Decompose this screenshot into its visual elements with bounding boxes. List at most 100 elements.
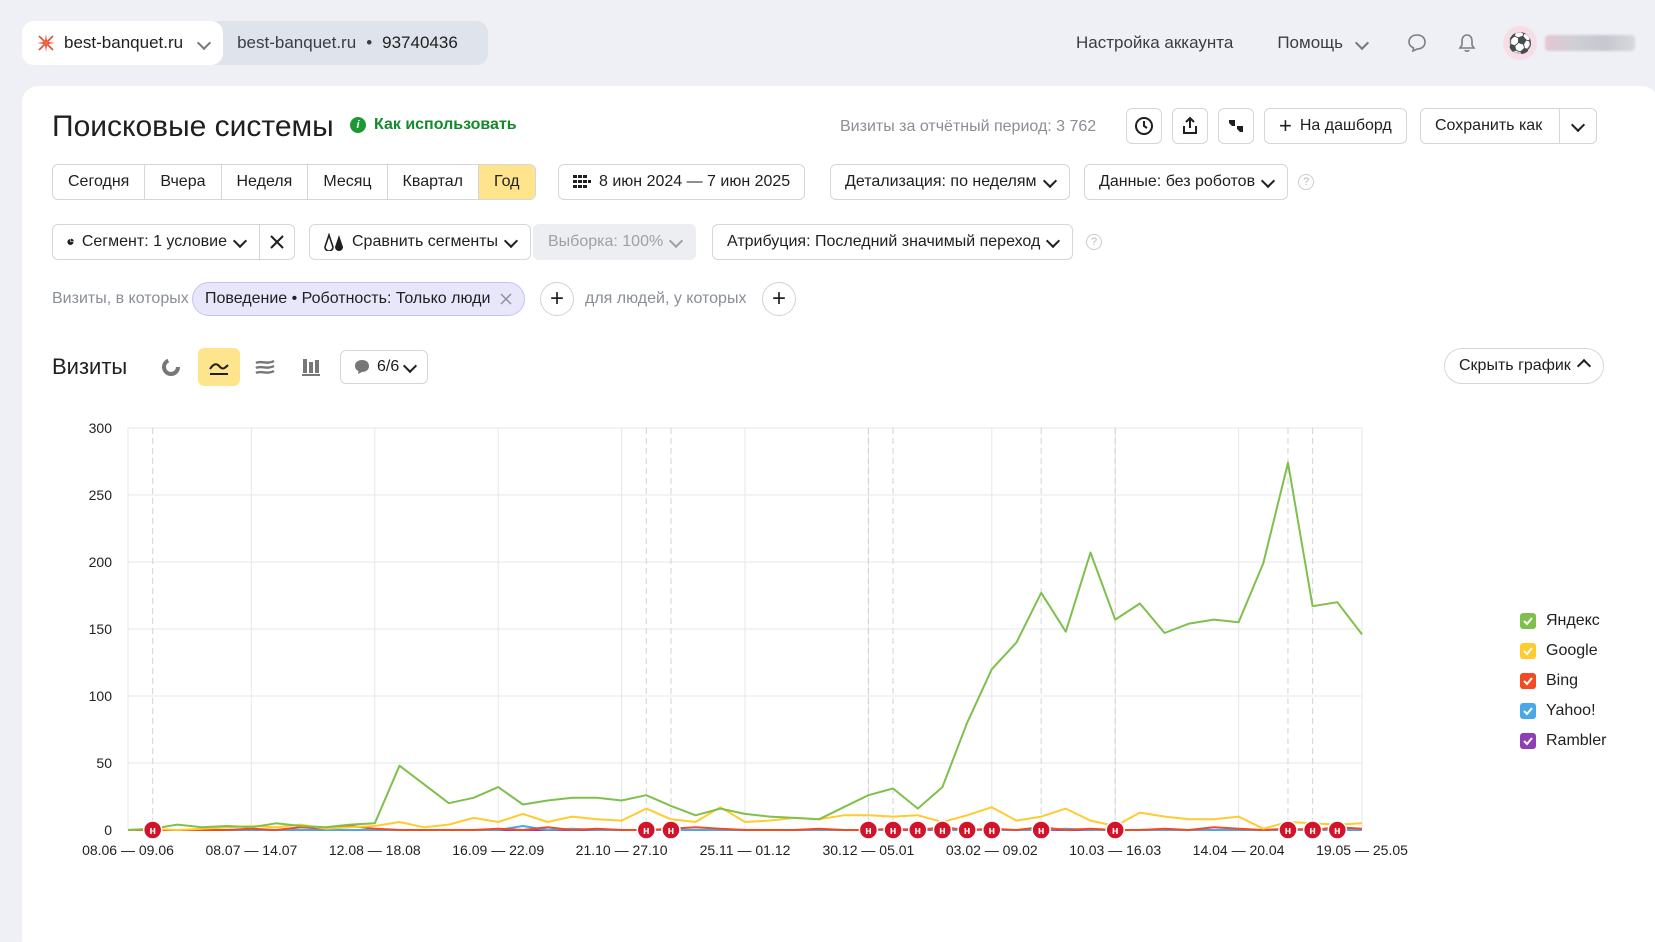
legend-item[interactable]: Yahoo! — [1520, 696, 1606, 726]
plus-icon: + — [549, 285, 564, 312]
y-tick-label: 0 — [104, 822, 112, 838]
checkbox-icon[interactable] — [1520, 673, 1536, 689]
chevron-down-icon — [503, 233, 519, 251]
site-switcher[interactable]: best-banquet.ru — [22, 21, 224, 65]
counter-site: best-banquet.ru — [237, 33, 357, 52]
segment-dropdown[interactable]: Сегмент: 1 условие — [52, 224, 260, 260]
save-as-dropdown[interactable] — [1559, 108, 1597, 144]
visits-total: Визиты за отчётный период: 3 762 — [840, 118, 1097, 135]
period-selector: Сегодня Вчера Неделя Месяц Квартал Год — [52, 164, 536, 200]
how-to-use-link[interactable]: i Как использовать — [350, 116, 517, 134]
filter-chip[interactable]: Поведение • Роботность: Только люди — [192, 282, 526, 316]
x-tick-label: 12.08 — 18.08 — [329, 842, 421, 858]
help-icon[interactable]: ? — [1086, 234, 1102, 250]
help-label: Помощь — [1277, 33, 1343, 52]
compare-icon — [324, 233, 343, 251]
bell-icon[interactable] — [1453, 29, 1481, 57]
page-title: Поисковые системы — [52, 110, 334, 143]
note-marker-label: н — [1309, 825, 1316, 837]
x-tick-label: 14.04 — 20.04 — [1193, 842, 1285, 858]
clear-segment-button[interactable] — [259, 224, 295, 260]
period-1[interactable]: Вчера — [145, 165, 222, 199]
period-0[interactable]: Сегодня — [53, 165, 146, 199]
quote-icon — [1229, 120, 1243, 132]
period-5[interactable]: Год — [479, 165, 535, 199]
x-tick-label: 21.10 — 27.10 — [576, 842, 668, 858]
site-selector[interactable]: best-banquet.ru best-banquet.ru • 937404… — [22, 21, 488, 65]
chevron-down-icon — [669, 233, 684, 251]
date-range-label: 8 июн 2024 — 7 июн 2025 — [599, 173, 791, 190]
legend-label: Rambler — [1546, 732, 1607, 749]
period-3[interactable]: Месяц — [308, 165, 388, 199]
chevron-down-icon — [1570, 117, 1586, 135]
export-button[interactable] — [1172, 108, 1208, 144]
people-filter-label: для людей, у которых — [585, 290, 747, 307]
note-marker-label: н — [1334, 825, 1341, 837]
legend-item[interactable]: Яндекс — [1520, 606, 1606, 636]
add-visit-filter-button[interactable]: + — [540, 282, 574, 316]
checkbox-icon[interactable] — [1520, 703, 1536, 719]
attribution-dropdown[interactable]: Атрибуция: Последний значимый переход — [712, 224, 1074, 260]
help-icon[interactable]: ? — [1298, 174, 1314, 190]
checkbox-icon[interactable] — [1520, 733, 1536, 749]
attribution-label: Атрибуция: Последний значимый переход — [727, 233, 1041, 250]
user-name-blurred[interactable] — [1545, 35, 1635, 51]
chevron-down-icon — [1042, 173, 1057, 191]
close-icon[interactable] — [500, 293, 512, 305]
note-marker-label: н — [964, 825, 971, 837]
date-range-picker[interactable]: 8 июн 2024 — 7 июн 2025 — [558, 164, 806, 200]
visits-line-chart: 0 50 100 150 200 250 300 08.06 — 09.06 08.07 — 1… — [82, 420, 1408, 858]
note-marker-label: н — [643, 825, 650, 837]
filter-prefix: Визиты, в которых — [52, 290, 189, 307]
plus-icon: + — [1279, 113, 1292, 138]
counter-info[interactable]: best-banquet.ru • 93740436 — [211, 21, 488, 65]
legend-item[interactable]: Google — [1520, 636, 1606, 666]
chart-legend: Яндекс Google Bing Yahoo! Rambler — [1520, 606, 1606, 756]
note-marker-label: н — [1112, 825, 1119, 837]
to-dashboard-label: На дашборд — [1299, 117, 1392, 134]
y-tick-label: 250 — [89, 487, 113, 503]
history-button[interactable] — [1126, 108, 1162, 144]
clock-icon — [1135, 117, 1153, 135]
help-menu[interactable]: Помощь — [1277, 33, 1370, 53]
note-marker-label: н — [1285, 825, 1292, 837]
data-filter-label: Данные: без роботов — [1099, 173, 1256, 190]
x-tick-label: 25.11 — 01.12 — [700, 842, 791, 858]
sample-dropdown[interactable]: Выборка: 100% — [533, 224, 697, 260]
checkbox-icon[interactable] — [1520, 613, 1536, 629]
avatar[interactable]: ⚽ — [1503, 26, 1537, 60]
period-4[interactable]: Квартал — [388, 165, 480, 199]
info-icon: i — [350, 117, 366, 133]
x-tick-label: 16.09 — 22.09 — [452, 842, 544, 858]
add-people-filter-button[interactable]: + — [762, 282, 796, 316]
compare-segments-dropdown[interactable]: Сравнить сегменты — [309, 224, 532, 260]
data-filter-dropdown[interactable]: Данные: без роботов — [1084, 164, 1289, 200]
account-settings-link[interactable]: Настройка аккаунта — [1076, 33, 1233, 53]
note-marker-label: н — [890, 825, 897, 837]
y-tick-label: 50 — [96, 755, 112, 771]
legend-label: Yahoo! — [1546, 702, 1596, 719]
sample-label: Выборка: 100% — [548, 233, 664, 250]
save-as-button[interactable]: Сохранить как — [1420, 108, 1560, 144]
checkbox-icon[interactable] — [1520, 643, 1536, 659]
x-tick-label: 03.02 — 09.02 — [946, 842, 1038, 858]
detail-label: Детализация: по неделям — [845, 173, 1037, 190]
legend-item[interactable]: Rambler — [1520, 726, 1606, 756]
chat-icon[interactable] — [1403, 29, 1431, 57]
close-icon — [270, 235, 284, 249]
api-button[interactable] — [1218, 108, 1254, 144]
note-marker-label: н — [149, 825, 156, 837]
legend-label: Яндекс — [1546, 612, 1600, 629]
detail-dropdown[interactable]: Детализация: по неделям — [830, 164, 1070, 200]
to-dashboard-button[interactable]: + На дашборд — [1264, 108, 1407, 144]
legend-item[interactable]: Bing — [1520, 666, 1606, 696]
x-tick-label: 19.05 — 25.05 — [1316, 842, 1408, 858]
chevron-down-icon — [232, 233, 248, 251]
counter-id: 93740436 — [382, 33, 458, 52]
legend-label: Google — [1546, 642, 1598, 659]
chevron-down-icon[interactable] — [197, 33, 212, 53]
segment-label: Сегмент: 1 условие — [81, 233, 227, 250]
period-2[interactable]: Неделя — [222, 165, 309, 199]
how-to-use-label: Как использовать — [374, 116, 517, 133]
note-marker-label: н — [1038, 825, 1045, 837]
